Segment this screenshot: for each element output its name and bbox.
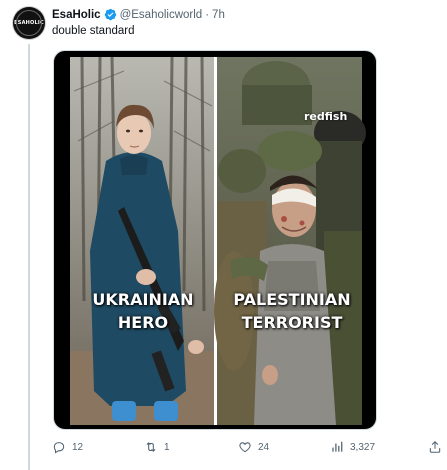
views-button[interactable]: 3,327 [330, 440, 375, 454]
redfish-watermark: redfish [304, 110, 348, 123]
share-icon [429, 441, 441, 453]
tweet-container[interactable]: ESAHOLIC EsaHolic @Esaholicworld · 7h do… [0, 0, 447, 470]
reply-button[interactable]: 12 [52, 440, 83, 454]
right-panel-caption: PALESTINIAN TERRORIST [233, 290, 351, 333]
author-display-name[interactable]: EsaHolic [52, 9, 101, 21]
author-handle[interactable]: @Esaholicworld [120, 9, 203, 21]
reply-icon [53, 442, 65, 454]
tweet-header: EsaHolic @Esaholicworld · 7h [52, 8, 225, 21]
views-count: 3,327 [350, 441, 376, 453]
heart-icon [239, 442, 251, 453]
views-chart-icon [332, 441, 343, 452]
tweet-actions-bar: 12 1 24 3,327 [52, 440, 442, 460]
tweet-text: double standard [52, 25, 135, 37]
like-button[interactable]: 24 [238, 440, 269, 454]
left-panel-caption: UKRAINIAN HERO [92, 290, 194, 333]
retweet-icon [146, 442, 156, 452]
verified-badge-icon [104, 8, 116, 21]
tweet-media-image[interactable]: redfish UKRAINIAN HERO PALESTINIAN TERRORI… [53, 50, 377, 430]
retweet-button[interactable]: 1 [144, 440, 170, 454]
avatar-ring [16, 10, 42, 36]
meme-image-illustration [70, 56, 366, 425]
like-count: 24 [258, 441, 270, 453]
retweet-count: 1 [164, 441, 170, 453]
reply-count: 12 [72, 441, 84, 453]
thread-line [28, 44, 30, 470]
author-avatar[interactable]: ESAHOLIC [13, 7, 45, 39]
share-button[interactable] [428, 440, 442, 454]
tweet-timestamp[interactable]: 7h [212, 9, 225, 21]
header-separator: · [205, 8, 210, 21]
